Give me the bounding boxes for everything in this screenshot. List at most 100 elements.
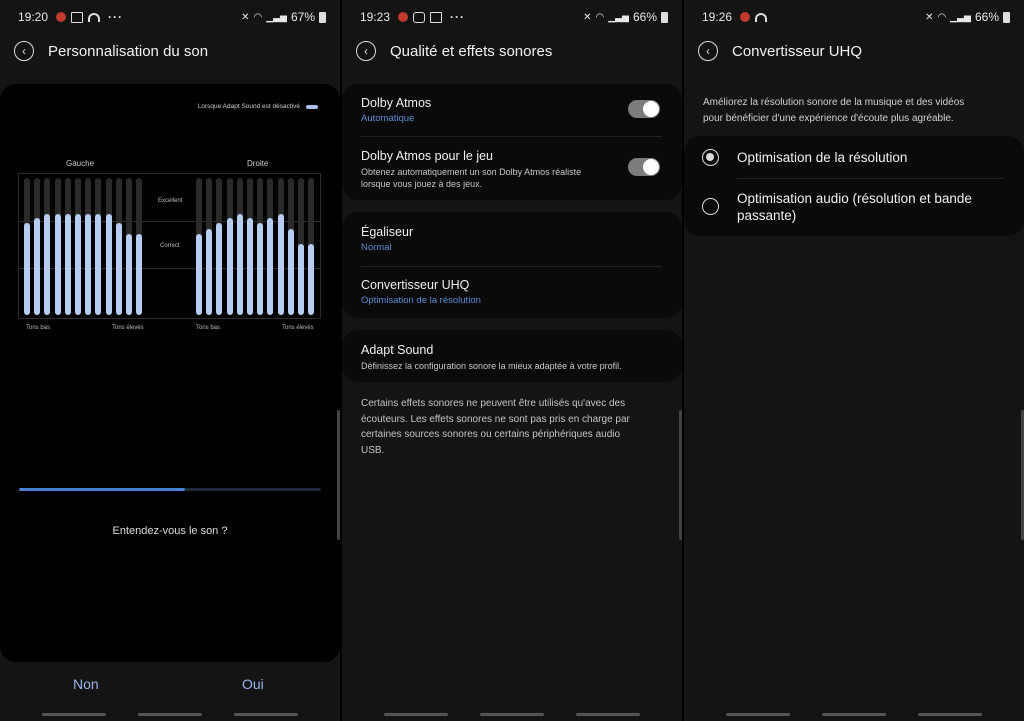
right-ear-bar-track <box>277 178 284 315</box>
right-ear-bar <box>257 223 264 315</box>
mute-icon: ✕ <box>583 11 592 23</box>
dolby-game-toggle[interactable] <box>628 158 660 176</box>
gallery-icon <box>71 11 84 23</box>
uhq-title: Convertisseur UHQ <box>361 278 470 292</box>
equalizer-item[interactable]: Égaliseur Normal <box>361 225 662 253</box>
left-ear-bar-track <box>75 178 81 315</box>
nav-recents[interactable] <box>726 713 790 716</box>
audio-option-label[interactable]: Optimisation audio (résolution et bande … <box>737 190 1004 224</box>
adapt-sound-item[interactable]: Adapt Sound Définissez la configuration … <box>361 343 662 372</box>
left-ear-bar-track <box>105 178 112 315</box>
status-time: 19:23 <box>360 10 391 24</box>
mute-icon: ✕ <box>925 11 934 23</box>
left-ear-bar <box>105 214 112 315</box>
status-bar: 19:23 ··· ✕ ◠ ▁▃▅ 66% <box>360 8 668 26</box>
right-ear-bar <box>226 218 233 315</box>
equalizer-value: Normal <box>361 242 392 253</box>
left-ear-bar-track <box>95 178 102 315</box>
uhq-description: Améliorez la résolution sonore de la mus… <box>703 95 1006 126</box>
nav-recents[interactable] <box>384 713 448 716</box>
more-notifications-icon: ··· <box>108 10 124 24</box>
signal-icon: ▁▃▅ <box>266 11 287 22</box>
right-ear-bar-track <box>247 178 253 315</box>
battery-level: 66% <box>632 10 657 24</box>
audio-option-line-2: passante) <box>737 208 797 223</box>
right-ear-bar <box>206 229 213 315</box>
scrollbar[interactable] <box>679 410 682 540</box>
wifi-icon: ◠ <box>937 11 947 23</box>
right-low-label: Tons bas <box>196 325 221 331</box>
headphones-icon <box>88 12 101 22</box>
right-ear-bar <box>308 244 315 315</box>
nav-home[interactable] <box>822 713 886 716</box>
dolby-game-item[interactable]: Dolby Atmos pour le jeu Obtenez automati… <box>361 149 662 190</box>
resolution-option-label[interactable]: Optimisation de la résolution <box>737 149 1004 166</box>
right-ear-bar-track <box>196 178 202 315</box>
status-bar: 19:26 ✕ ◠ ▁▃▅ 66% <box>702 8 1010 26</box>
nav-back[interactable] <box>918 713 982 716</box>
audio-option-line-1: Optimisation audio (résolution et bande <box>737 191 972 206</box>
left-ear-bar <box>34 218 41 315</box>
nav-recents[interactable] <box>42 713 106 716</box>
dolby-game-desc-line-2: lorsque vous jouez à des jeux. <box>361 179 483 189</box>
divider <box>737 178 1004 179</box>
intro-line-1: Améliorez la résolution sonore de la mus… <box>703 97 965 108</box>
wifi-icon: ◠ <box>253 11 263 23</box>
nav-back[interactable] <box>234 713 298 716</box>
mute-icon: ✕ <box>241 11 250 23</box>
grade-line-correct <box>18 268 321 269</box>
battery-icon <box>319 11 326 23</box>
dolby-atmos-status: Automatique <box>361 113 415 124</box>
dolby-game-desc-line-1: Obtenez automatiquement un son Dolby Atm… <box>361 167 582 177</box>
audio-radio[interactable] <box>702 198 719 215</box>
scrollbar[interactable] <box>337 410 340 540</box>
right-ear-bar-track <box>206 178 213 315</box>
legend-swatch <box>306 104 318 109</box>
left-ear-bar-track <box>85 178 92 315</box>
dolby-atmos-toggle[interactable] <box>628 100 660 118</box>
battery-icon <box>661 11 668 23</box>
nav-back[interactable] <box>576 713 640 716</box>
dolby-atmos-item[interactable]: Dolby Atmos Automatique <box>361 96 662 124</box>
notification-app-icon <box>740 12 751 22</box>
right-ear-bar-track <box>226 178 233 315</box>
uhq-item[interactable]: Convertisseur UHQ Optimisation de la rés… <box>361 278 662 306</box>
resolution-radio[interactable] <box>702 149 719 166</box>
page-title: Convertisseur UHQ <box>732 42 863 60</box>
back-button[interactable]: ‹ <box>698 41 718 61</box>
sound-personalization-screen: 19:20 ··· ✕ ◠ ▁▃▅ 67% ‹ Personnalisation… <box>0 0 340 721</box>
instagram-icon <box>413 11 426 23</box>
right-ear-bar-track <box>216 178 223 315</box>
right-ear-bar <box>236 214 243 315</box>
left-ear-bar <box>95 214 102 315</box>
page-title: Personnalisation du son <box>48 42 209 60</box>
status-time: 19:20 <box>18 10 49 24</box>
divider <box>361 266 662 267</box>
test-progress-fill <box>19 488 185 491</box>
uhq-value: Optimisation de la résolution <box>361 295 481 306</box>
notification-app-icon <box>398 12 409 22</box>
test-question: Entendez-vous le son ? <box>112 525 228 537</box>
left-ear-label: Gauche <box>66 159 95 168</box>
status-time: 19:26 <box>702 10 733 24</box>
back-button[interactable]: ‹ <box>14 41 34 61</box>
adapt-sound-desc: Définissez la configuration sonore la mi… <box>361 361 622 371</box>
left-ear-bar <box>136 234 143 315</box>
signal-icon: ▁▃▅ <box>950 11 971 22</box>
right-ear-bar <box>277 214 284 315</box>
grade-correct-label: Correct <box>160 243 180 249</box>
yes-button[interactable]: Oui <box>242 676 264 692</box>
dolby-game-title: Dolby Atmos pour le jeu <box>361 149 494 163</box>
back-button[interactable]: ‹ <box>356 41 376 61</box>
right-ear-bar-track <box>308 178 315 315</box>
dolby-atmos-title: Dolby Atmos <box>361 96 432 110</box>
battery-icon <box>1003 11 1010 23</box>
right-ear-bar <box>216 223 223 315</box>
left-high-label: Tons élevés <box>112 325 144 331</box>
nav-home[interactable] <box>480 713 544 716</box>
right-ear-bar <box>298 244 304 315</box>
note-line-3: certaines sources sonores ou certains pé… <box>361 429 621 440</box>
no-button[interactable]: Non <box>73 676 99 692</box>
page-title: Qualité et effets sonores <box>390 42 553 60</box>
nav-home[interactable] <box>138 713 202 716</box>
